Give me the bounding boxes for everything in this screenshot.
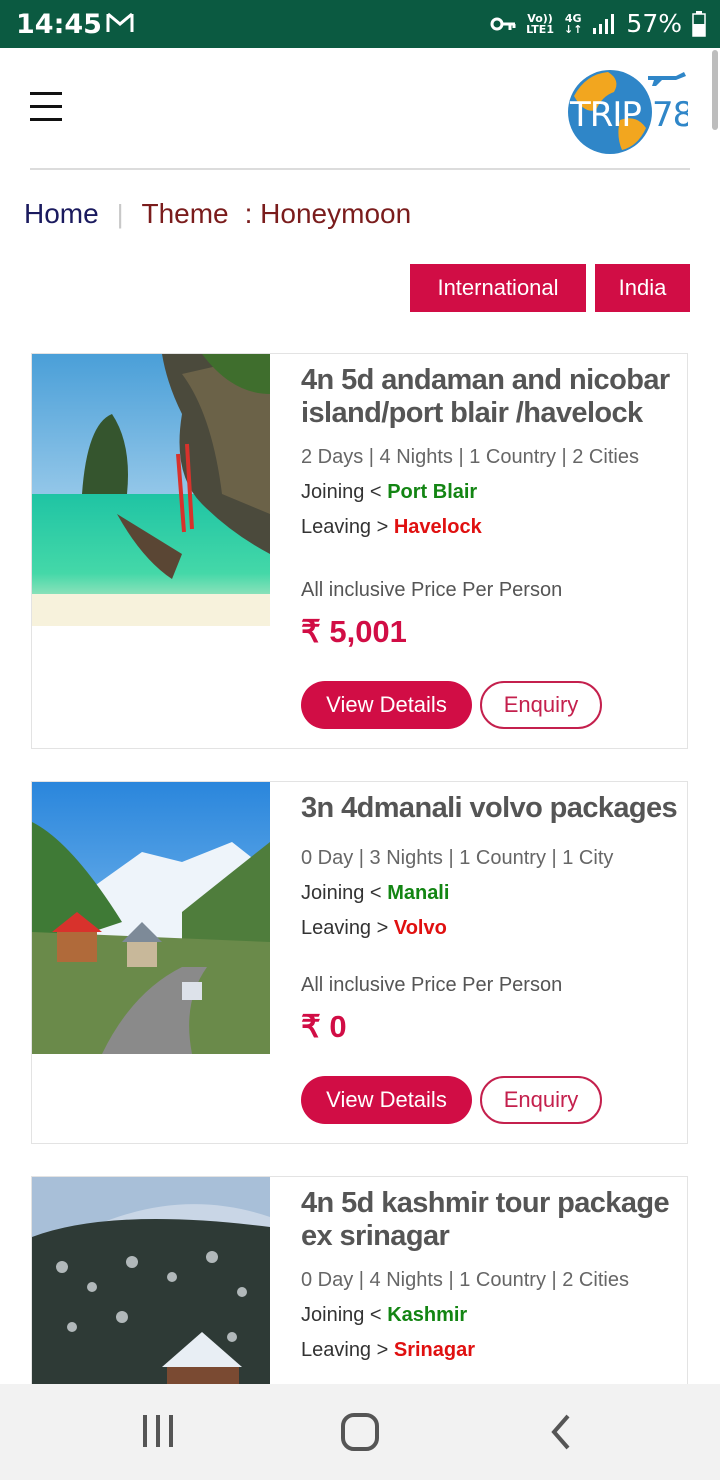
status-time: 14:45	[16, 9, 102, 40]
vpn-key-icon	[490, 17, 516, 30]
leaving-city: Volvo	[393, 917, 447, 939]
joining-city: Kashmir	[387, 1304, 468, 1326]
system-navigation-bar	[0, 1384, 720, 1480]
leaving-row: Leaving > Volvo	[301, 917, 681, 940]
gmail-icon	[106, 12, 134, 32]
view-details-button[interactable]: View Details	[301, 681, 472, 729]
package-card: 4n 5d andaman and nicobar island/port bl…	[31, 353, 688, 749]
india-filter-button[interactable]: India	[595, 264, 690, 312]
package-info: 4n 5d andaman and nicobar island/port bl…	[301, 364, 681, 539]
joining-label: Joining <	[301, 481, 382, 503]
package-title[interactable]: 4n 5d kashmir tour package ex srinagar	[301, 1187, 681, 1253]
enquiry-button[interactable]: Enquiry	[480, 681, 602, 729]
package-card: 3n 4dmanali volvo packages 0 Day | 3 Nig…	[31, 781, 688, 1144]
package-price: ₹ 0	[301, 1009, 347, 1044]
battery-icon	[692, 10, 706, 37]
leaving-row: Leaving > Havelock	[301, 516, 681, 539]
breadcrumb: Home | Theme : Honeymoon	[24, 198, 411, 230]
status-bar: 14:45 Vo)) LTE1 4G ↓↑ 57%	[0, 0, 720, 48]
battery-percent: 57%	[626, 9, 682, 38]
price-label: All inclusive Price Per Person	[301, 974, 563, 996]
hamburger-menu-icon[interactable]	[30, 92, 64, 122]
package-price: ₹ 5,001	[301, 614, 407, 649]
package-title[interactable]: 3n 4dmanali volvo packages	[301, 792, 681, 825]
leaving-row: Leaving > Srinagar	[301, 1339, 681, 1362]
leaving-label: Leaving >	[301, 516, 389, 538]
trip78-logo[interactable]: TRIP 78	[566, 66, 688, 156]
breadcrumb-theme[interactable]: Theme	[141, 198, 228, 230]
joining-city: Manali	[387, 882, 450, 904]
network-type: 4G ↓↑	[563, 11, 583, 36]
breadcrumb-home-link[interactable]: Home	[24, 198, 99, 230]
joining-row: Joining < Port Blair	[301, 481, 681, 504]
package-title[interactable]: 4n 5d andaman and nicobar island/port bl…	[301, 364, 681, 430]
svg-text:78: 78	[652, 95, 688, 135]
international-filter-button[interactable]: International	[410, 264, 586, 312]
signal-strength-icon	[593, 13, 615, 34]
leaving-label: Leaving >	[301, 1339, 389, 1361]
breadcrumb-separator: |	[116, 198, 124, 229]
enquiry-button[interactable]: Enquiry	[480, 1076, 602, 1124]
joining-row: Joining < Manali	[301, 882, 681, 905]
leaving-city: Havelock	[393, 516, 482, 538]
price-label: All inclusive Price Per Person	[301, 579, 563, 601]
site-header: TRIP 78	[0, 48, 720, 168]
status-icons: Vo)) LTE1 4G ↓↑ 57%	[490, 9, 706, 38]
leaving-label: Leaving >	[301, 917, 389, 939]
header-divider	[30, 168, 690, 170]
joining-city: Port Blair	[387, 481, 478, 503]
view-details-button[interactable]: View Details	[301, 1076, 472, 1124]
package-meta: 0 Day | 4 Nights | 1 Country | 2 Cities	[301, 1269, 629, 1291]
svg-text:TRIP: TRIP	[569, 95, 641, 135]
volte-indicator: Vo)) LTE1	[526, 11, 554, 36]
package-photo-andaman[interactable]	[32, 354, 270, 626]
joining-label: Joining <	[301, 882, 382, 904]
home-icon[interactable]	[340, 1412, 380, 1452]
recent-apps-icon[interactable]	[140, 1412, 176, 1450]
joining-label: Joining <	[301, 1304, 382, 1326]
back-chevron-icon[interactable]	[548, 1412, 574, 1452]
breadcrumb-current: : Honeymoon	[244, 198, 412, 229]
joining-row: Joining < Kashmir	[301, 1304, 681, 1327]
package-photo-manali[interactable]	[32, 782, 270, 1054]
package-meta: 2 Days | 4 Nights | 1 Country | 2 Cities	[301, 446, 639, 468]
package-info: 3n 4dmanali volvo packages 0 Day | 3 Nig…	[301, 792, 681, 940]
package-meta: 0 Day | 3 Nights | 1 Country | 1 City	[301, 847, 614, 869]
package-info: 4n 5d kashmir tour package ex srinagar 0…	[301, 1187, 681, 1362]
leaving-city: Srinagar	[393, 1339, 476, 1361]
